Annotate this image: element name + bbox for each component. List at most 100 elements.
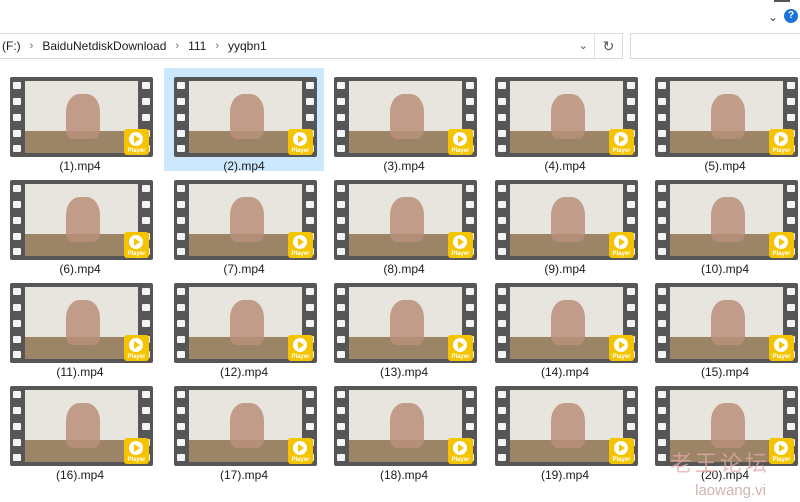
address-bar[interactable]: (F:) › BaiduNetdiskDownload › 111 › yyqb… [0, 33, 623, 59]
film-hole [337, 336, 345, 343]
collapse-ribbon-icon[interactable]: ⌄ [768, 10, 778, 24]
player-badge-label: Player [772, 354, 791, 360]
file-item[interactable]: Player (4).mp4 [485, 68, 645, 173]
film-hole [142, 320, 150, 327]
breadcrumb-folder[interactable]: BaiduNetdiskDownload [40, 39, 168, 53]
file-item[interactable]: Player (10).mp4 [645, 171, 800, 276]
player-badge-label: Player [451, 354, 470, 360]
player-badge-label: Player [772, 457, 791, 463]
player-badge-icon: Player [448, 232, 473, 258]
film-hole [498, 336, 506, 343]
film-hole [498, 288, 506, 295]
film-strip-holes [334, 283, 348, 363]
file-item[interactable]: Player (6).mp4 [0, 171, 160, 276]
breadcrumb-current-folder[interactable]: yyqbn1 [226, 39, 269, 53]
play-icon [293, 235, 307, 249]
film-hole [177, 454, 185, 461]
film-hole [177, 98, 185, 105]
film-hole [658, 82, 666, 89]
play-icon [293, 441, 307, 455]
breadcrumb-separator-icon[interactable]: › [208, 40, 226, 52]
breadcrumb-drive[interactable]: (F:) [0, 39, 23, 53]
refresh-icon[interactable]: ↻ [594, 34, 622, 58]
film-hole [337, 82, 345, 89]
file-item[interactable]: Player (2).mp4 [164, 68, 324, 173]
search-input[interactable] [630, 33, 800, 59]
video-thumbnail: Player [174, 77, 317, 157]
video-frame-image [349, 390, 462, 462]
video-thumbnail: Player [334, 386, 477, 466]
file-item[interactable]: Player (11).mp4 [0, 274, 160, 379]
film-hole [627, 407, 635, 414]
file-item[interactable]: Player (9).mp4 [485, 171, 645, 276]
film-hole [627, 114, 635, 121]
file-item[interactable]: Player (7).mp4 [164, 171, 324, 276]
film-hole [466, 288, 474, 295]
film-hole [337, 145, 345, 152]
film-hole [13, 454, 21, 461]
player-badge-icon: Player [124, 335, 149, 361]
film-strip-holes [174, 386, 188, 466]
film-hole [142, 201, 150, 208]
file-item[interactable]: Player (5).mp4 [645, 68, 800, 173]
file-item[interactable]: Player (18).mp4 [324, 377, 484, 482]
chevron-down-icon[interactable]: ⌄ [579, 39, 588, 52]
film-hole [627, 82, 635, 89]
film-hole [306, 304, 314, 311]
film-hole [306, 423, 314, 430]
film-strip-holes [495, 386, 509, 466]
film-hole [466, 423, 474, 430]
film-strip-holes [174, 283, 188, 363]
film-hole [13, 114, 21, 121]
breadcrumb-separator-icon[interactable]: › [23, 40, 41, 52]
file-item[interactable]: Player (17).mp4 [164, 377, 324, 482]
file-name: (18).mp4 [379, 468, 429, 482]
file-item[interactable]: Player (1).mp4 [0, 68, 160, 173]
file-item[interactable]: Player (16).mp4 [0, 377, 160, 482]
player-badge-icon: Player [448, 335, 473, 361]
player-badge-label: Player [451, 251, 470, 257]
film-hole [142, 82, 150, 89]
breadcrumb-separator-icon[interactable]: › [168, 40, 186, 52]
video-thumbnail: Player [174, 180, 317, 260]
film-strip-holes [655, 283, 669, 363]
file-item[interactable]: Player (14).mp4 [485, 274, 645, 379]
player-badge-icon: Player [769, 438, 794, 464]
player-badge-icon: Player [288, 232, 313, 258]
watermark-text: 老王论坛 [669, 452, 770, 477]
film-strip-holes [655, 386, 669, 466]
file-item[interactable]: Player (12).mp4 [164, 274, 324, 379]
film-hole [13, 201, 21, 208]
film-hole [787, 201, 795, 208]
film-hole [498, 201, 506, 208]
player-badge-label: Player [612, 457, 631, 463]
watermark-url: laowang.vi [695, 482, 766, 499]
player-badge-icon: Player [124, 438, 149, 464]
player-badge-icon: Player [769, 335, 794, 361]
film-hole [142, 185, 150, 192]
video-thumbnail: Player [495, 180, 638, 260]
breadcrumb-folder[interactable]: 111 [186, 39, 208, 53]
film-hole [658, 185, 666, 192]
file-item[interactable]: Player (3).mp4 [324, 68, 484, 173]
film-hole [498, 145, 506, 152]
help-icon[interactable]: ? [784, 9, 798, 23]
film-hole [787, 114, 795, 121]
file-item[interactable]: Player (13).mp4 [324, 274, 484, 379]
film-hole [337, 98, 345, 105]
video-frame-image [189, 287, 302, 359]
film-hole [658, 130, 666, 137]
film-hole [13, 391, 21, 398]
file-item[interactable]: Player (19).mp4 [485, 377, 645, 482]
player-badge-icon: Player [448, 438, 473, 464]
video-thumbnail: Player [10, 386, 153, 466]
film-hole [627, 320, 635, 327]
film-hole [658, 217, 666, 224]
film-hole [658, 320, 666, 327]
player-badge-label: Player [291, 457, 310, 463]
film-hole [658, 351, 666, 358]
file-item[interactable]: Player (15).mp4 [645, 274, 800, 379]
file-item[interactable]: Player (8).mp4 [324, 171, 484, 276]
film-hole [466, 114, 474, 121]
film-strip-holes [174, 77, 188, 157]
